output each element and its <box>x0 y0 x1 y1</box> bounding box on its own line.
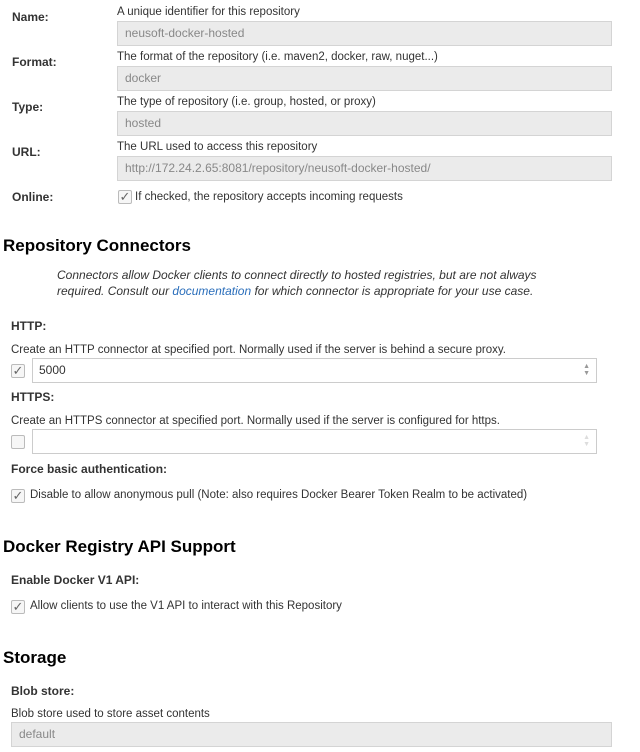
connectors-heading: Repository Connectors <box>3 236 191 255</box>
url-help: The URL used to access this repository <box>117 141 318 153</box>
https-port-input[interactable]: ▲ ▼ <box>32 429 597 454</box>
type-help: The type of repository (i.e. group, host… <box>117 96 376 108</box>
http-label: HTTP: <box>11 319 47 333</box>
type-field[interactable]: hosted <box>117 111 612 136</box>
name-label: Name: <box>12 10 49 24</box>
http-checkbox[interactable]: ✓ <box>11 364 25 378</box>
https-checkbox[interactable] <box>11 435 25 449</box>
url-label: URL: <box>12 145 41 159</box>
blob-store-label: Blob store: <box>11 684 75 698</box>
v1-api-checkbox[interactable]: ✓ <box>11 600 25 614</box>
url-field[interactable]: http://172.24.2.65:8081/repository/neuso… <box>117 156 612 181</box>
online-label: Online: <box>12 190 54 204</box>
force-auth-checkbox[interactable]: ✓ <box>11 489 25 503</box>
online-text: If checked, the repository accepts incom… <box>135 191 403 203</box>
spinner-icon[interactable]: ▲ ▼ <box>583 434 590 448</box>
format-field[interactable]: docker <box>117 66 612 91</box>
connectors-intro: Connectors allow Docker clients to conne… <box>57 268 537 298</box>
v1-api-text: Allow clients to use the V1 API to inter… <box>30 600 342 612</box>
format-label: Format: <box>12 55 57 69</box>
api-heading: Docker Registry API Support <box>3 537 236 556</box>
online-checkbox[interactable]: ✓ <box>118 190 132 204</box>
https-help: Create an HTTPS connector at specified p… <box>11 415 500 427</box>
type-label: Type: <box>12 100 44 114</box>
storage-heading: Storage <box>3 648 67 667</box>
format-help: The format of the repository (i.e. maven… <box>117 51 438 63</box>
spinner-icon[interactable]: ▲ ▼ <box>583 363 590 377</box>
http-help: Create an HTTP connector at specified po… <box>11 344 506 356</box>
force-auth-text: Disable to allow anonymous pull (Note: a… <box>30 489 528 501</box>
blob-store-help: Blob store used to store asset contents <box>11 708 210 720</box>
name-help: A unique identifier for this repository <box>117 6 300 18</box>
v1-api-label: Enable Docker V1 API: <box>11 573 140 587</box>
force-auth-label: Force basic authentication: <box>11 462 168 476</box>
http-port-input[interactable]: 5000 ▲ ▼ <box>32 358 597 383</box>
https-label: HTTPS: <box>11 390 55 404</box>
blob-store-field[interactable]: default <box>11 722 612 747</box>
documentation-link[interactable]: documentation <box>172 284 251 298</box>
name-field[interactable]: neusoft-docker-hosted <box>117 21 612 46</box>
